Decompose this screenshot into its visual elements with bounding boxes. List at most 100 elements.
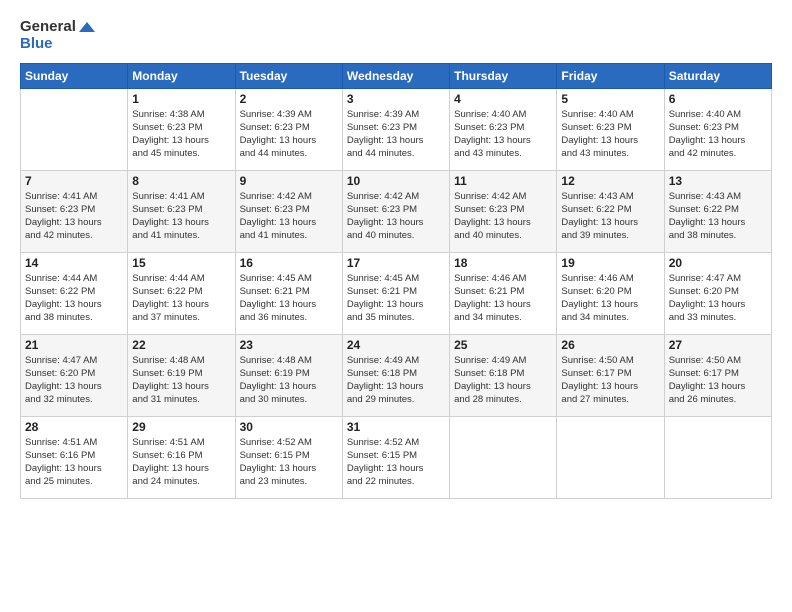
day-info: Sunrise: 4:50 AM Sunset: 6:17 PM Dayligh… [669, 354, 767, 407]
day-info: Sunrise: 4:48 AM Sunset: 6:19 PM Dayligh… [132, 354, 230, 407]
day-number: 7 [25, 174, 123, 188]
day-of-week-header: Friday [557, 63, 664, 88]
day-number: 27 [669, 338, 767, 352]
calendar-week-row: 28 Sunrise: 4:51 AM Sunset: 6:16 PM Dayli… [21, 416, 772, 498]
calendar-day-cell: 5 Sunrise: 4:40 AM Sunset: 6:23 PM Daylig… [557, 88, 664, 170]
calendar-day-cell: 22 Sunrise: 4:48 AM Sunset: 6:19 PM Dayli… [128, 334, 235, 416]
day-info: Sunrise: 4:40 AM Sunset: 6:23 PM Dayligh… [454, 108, 552, 161]
day-number: 11 [454, 174, 552, 188]
day-info: Sunrise: 4:49 AM Sunset: 6:18 PM Dayligh… [347, 354, 445, 407]
calendar-day-cell: 14Sunrise: 4:44 AM Sunset: 6:22 PM Dayli… [21, 252, 128, 334]
calendar-day-cell: 12 Sunrise: 4:43 AM Sunset: 6:22 PM Dayli… [557, 170, 664, 252]
day-number: 20 [669, 256, 767, 270]
day-of-week-header: Wednesday [342, 63, 449, 88]
calendar-day-cell: 11 Sunrise: 4:42 AM Sunset: 6:23 PM Dayli… [450, 170, 557, 252]
calendar-day-cell [21, 88, 128, 170]
day-number: 10 [347, 174, 445, 188]
calendar-day-cell: 10 Sunrise: 4:42 AM Sunset: 6:23 PM Dayli… [342, 170, 449, 252]
day-info: Sunrise: 4:38 AM Sunset: 6:23 PM Dayligh… [132, 108, 230, 161]
day-info: Sunrise: 4:45 AM Sunset: 6:21 PM Dayligh… [347, 272, 445, 325]
day-of-week-header: Monday [128, 63, 235, 88]
calendar-day-cell: 1 Sunrise: 4:38 AM Sunset: 6:23 PM Daylig… [128, 88, 235, 170]
calendar-day-cell: 20 Sunrise: 4:47 AM Sunset: 6:20 PM Dayli… [664, 252, 771, 334]
calendar-day-cell: 13 Sunrise: 4:43 AM Sunset: 6:22 PM Dayli… [664, 170, 771, 252]
day-number: 3 [347, 92, 445, 106]
day-of-week-header: Thursday [450, 63, 557, 88]
calendar-day-cell: 4 Sunrise: 4:40 AM Sunset: 6:23 PM Daylig… [450, 88, 557, 170]
day-info: Sunrise: 4:43 AM Sunset: 6:22 PM Dayligh… [669, 190, 767, 243]
day-number: 14 [25, 256, 123, 270]
calendar-week-row: 1 Sunrise: 4:38 AM Sunset: 6:23 PM Daylig… [21, 88, 772, 170]
calendar-week-row: 21Sunrise: 4:47 AM Sunset: 6:20 PM Dayli… [21, 334, 772, 416]
day-number: 31 [347, 420, 445, 434]
calendar-week-row: 7 Sunrise: 4:41 AM Sunset: 6:23 PM Daylig… [21, 170, 772, 252]
day-info: Sunrise: 4:41 AM Sunset: 6:23 PM Dayligh… [25, 190, 123, 243]
day-number: 13 [669, 174, 767, 188]
day-info: Sunrise: 4:42 AM Sunset: 6:23 PM Dayligh… [240, 190, 338, 243]
calendar-day-cell: 7 Sunrise: 4:41 AM Sunset: 6:23 PM Daylig… [21, 170, 128, 252]
day-number: 22 [132, 338, 230, 352]
day-number: 8 [132, 174, 230, 188]
day-number: 5 [561, 92, 659, 106]
day-info: Sunrise: 4:46 AM Sunset: 6:20 PM Dayligh… [561, 272, 659, 325]
day-of-week-header: Tuesday [235, 63, 342, 88]
calendar-day-cell: 19 Sunrise: 4:46 AM Sunset: 6:20 PM Dayli… [557, 252, 664, 334]
day-number: 28 [25, 420, 123, 434]
day-number: 1 [132, 92, 230, 106]
day-info: Sunrise: 4:51 AM Sunset: 6:16 PM Dayligh… [25, 436, 123, 489]
calendar-day-cell [664, 416, 771, 498]
calendar-day-cell: 29 Sunrise: 4:51 AM Sunset: 6:16 PM Dayli… [128, 416, 235, 498]
logo: General Blue [20, 18, 95, 53]
calendar-day-cell [557, 416, 664, 498]
day-number: 4 [454, 92, 552, 106]
calendar-week-row: 14Sunrise: 4:44 AM Sunset: 6:22 PM Dayli… [21, 252, 772, 334]
calendar-day-cell: 26 Sunrise: 4:50 AM Sunset: 6:17 PM Dayli… [557, 334, 664, 416]
day-number: 9 [240, 174, 338, 188]
calendar-day-cell: 30Sunrise: 4:52 AM Sunset: 6:15 PM Dayli… [235, 416, 342, 498]
day-info: Sunrise: 4:39 AM Sunset: 6:23 PM Dayligh… [347, 108, 445, 161]
day-number: 24 [347, 338, 445, 352]
day-info: Sunrise: 4:46 AM Sunset: 6:21 PM Dayligh… [454, 272, 552, 325]
day-of-week-header: Sunday [21, 63, 128, 88]
calendar-day-cell: 2Sunrise: 4:39 AM Sunset: 6:23 PM Daylig… [235, 88, 342, 170]
day-info: Sunrise: 4:42 AM Sunset: 6:23 PM Dayligh… [454, 190, 552, 243]
calendar-day-cell: 27 Sunrise: 4:50 AM Sunset: 6:17 PM Dayli… [664, 334, 771, 416]
day-info: Sunrise: 4:42 AM Sunset: 6:23 PM Dayligh… [347, 190, 445, 243]
day-info: Sunrise: 4:40 AM Sunset: 6:23 PM Dayligh… [561, 108, 659, 161]
day-number: 15 [132, 256, 230, 270]
day-number: 29 [132, 420, 230, 434]
day-info: Sunrise: 4:50 AM Sunset: 6:17 PM Dayligh… [561, 354, 659, 407]
calendar-day-cell: 28 Sunrise: 4:51 AM Sunset: 6:16 PM Dayli… [21, 416, 128, 498]
day-number: 26 [561, 338, 659, 352]
day-number: 25 [454, 338, 552, 352]
day-info: Sunrise: 4:52 AM Sunset: 6:15 PM Dayligh… [347, 436, 445, 489]
day-info: Sunrise: 4:41 AM Sunset: 6:23 PM Dayligh… [132, 190, 230, 243]
calendar-table: SundayMondayTuesdayWednesdayThursdayFrid… [20, 63, 772, 499]
calendar-day-cell: 21Sunrise: 4:47 AM Sunset: 6:20 PM Dayli… [21, 334, 128, 416]
day-info: Sunrise: 4:39 AM Sunset: 6:23 PM Dayligh… [240, 108, 338, 161]
calendar-day-cell: 3 Sunrise: 4:39 AM Sunset: 6:23 PM Daylig… [342, 88, 449, 170]
day-info: Sunrise: 4:45 AM Sunset: 6:21 PM Dayligh… [240, 272, 338, 325]
calendar-day-cell: 8 Sunrise: 4:41 AM Sunset: 6:23 PM Daylig… [128, 170, 235, 252]
calendar-day-cell: 16 Sunrise: 4:45 AM Sunset: 6:21 PM Dayli… [235, 252, 342, 334]
day-info: Sunrise: 4:47 AM Sunset: 6:20 PM Dayligh… [669, 272, 767, 325]
day-number: 16 [240, 256, 338, 270]
day-number: 19 [561, 256, 659, 270]
day-info: Sunrise: 4:43 AM Sunset: 6:22 PM Dayligh… [561, 190, 659, 243]
calendar-day-cell: 23Sunrise: 4:48 AM Sunset: 6:19 PM Dayli… [235, 334, 342, 416]
calendar-day-cell [450, 416, 557, 498]
day-number: 23 [240, 338, 338, 352]
day-number: 18 [454, 256, 552, 270]
logo-text: General Blue [20, 18, 95, 53]
day-number: 6 [669, 92, 767, 106]
calendar-day-cell: 9 Sunrise: 4:42 AM Sunset: 6:23 PM Daylig… [235, 170, 342, 252]
page-header: General Blue [20, 18, 772, 53]
day-of-week-header: Saturday [664, 63, 771, 88]
day-number: 17 [347, 256, 445, 270]
day-number: 12 [561, 174, 659, 188]
calendar-day-cell: 15Sunrise: 4:44 AM Sunset: 6:22 PM Dayli… [128, 252, 235, 334]
day-info: Sunrise: 4:40 AM Sunset: 6:23 PM Dayligh… [669, 108, 767, 161]
day-info: Sunrise: 4:51 AM Sunset: 6:16 PM Dayligh… [132, 436, 230, 489]
calendar-day-cell: 24 Sunrise: 4:49 AM Sunset: 6:18 PM Dayli… [342, 334, 449, 416]
calendar-day-cell: 25Sunrise: 4:49 AM Sunset: 6:18 PM Dayli… [450, 334, 557, 416]
